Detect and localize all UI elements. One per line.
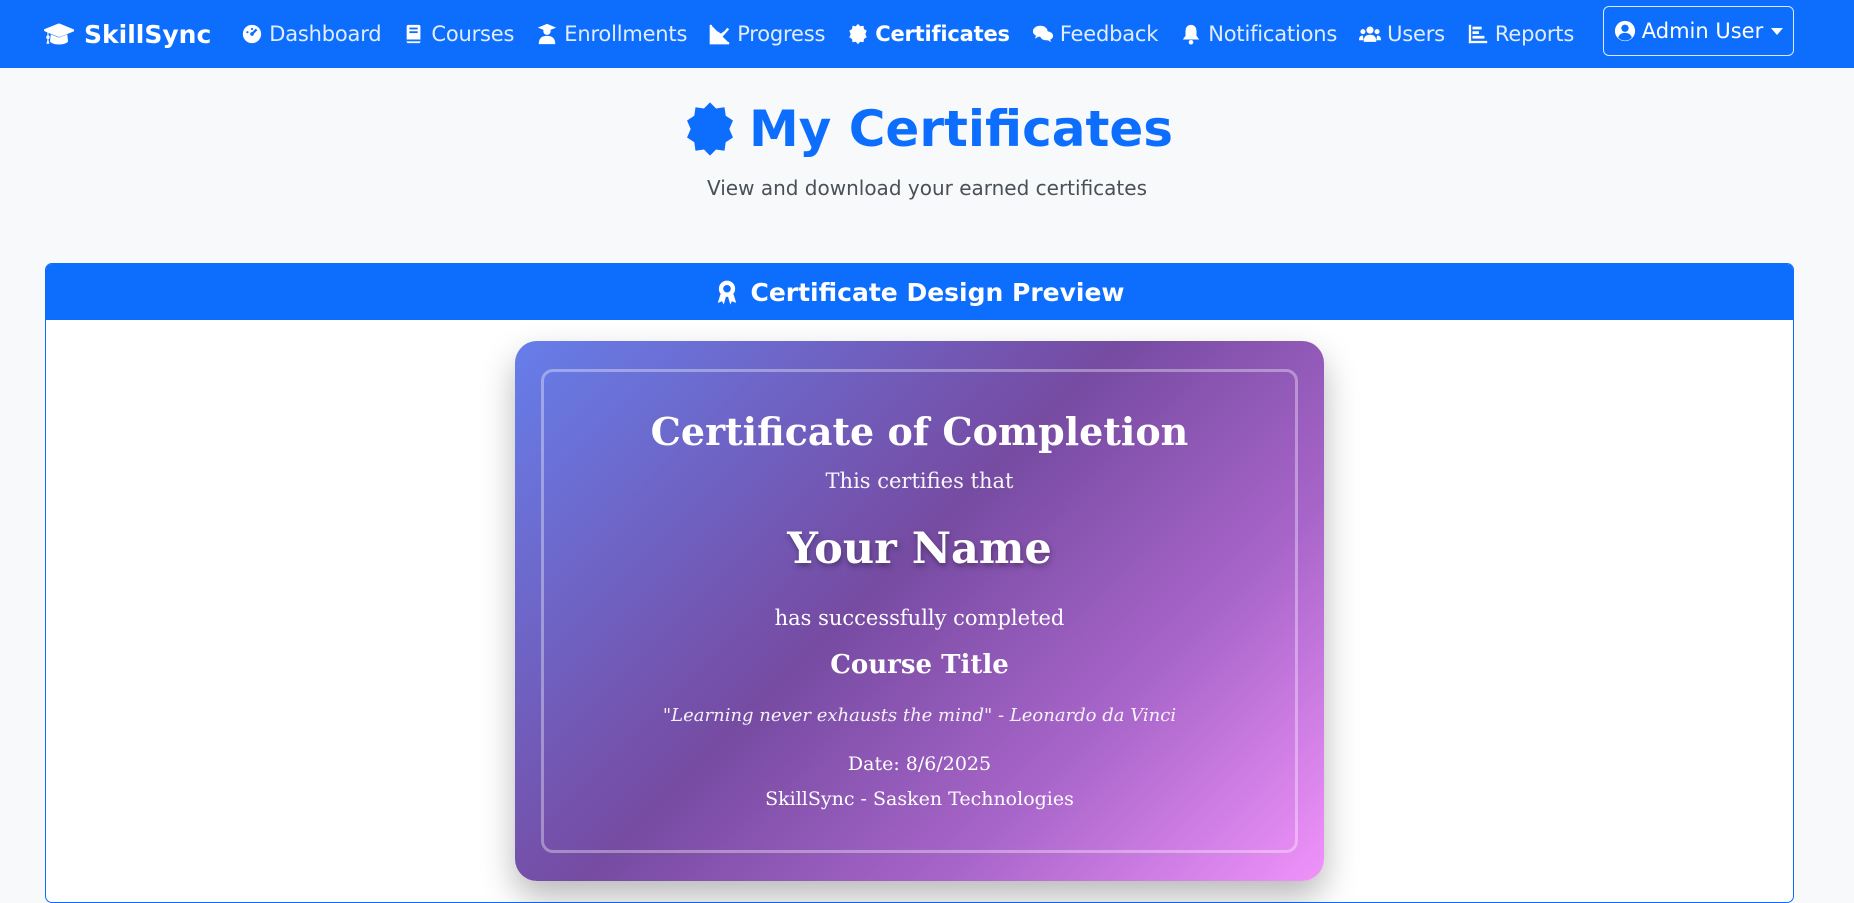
nav-item-label: Feedback — [1059, 22, 1159, 46]
card-header-title: Certificate Design Preview — [750, 277, 1125, 307]
nav-item-notifications[interactable]: Notifications — [1180, 22, 1337, 46]
line-chart-icon — [709, 23, 731, 45]
certificate-design: Certificate of Completion This certifies… — [515, 341, 1324, 881]
nav-item-certificates[interactable]: Certificates — [847, 22, 1010, 46]
certificate-course-title: Course Title — [830, 650, 1009, 680]
nav-item-label: Certificates — [875, 22, 1010, 46]
nav-item-reports[interactable]: Reports — [1467, 22, 1574, 46]
brand-link[interactable]: SkillSync — [44, 20, 211, 49]
nav-item-label: Users — [1387, 22, 1445, 46]
book-icon — [403, 23, 425, 45]
page-title: My Certificates — [681, 100, 1173, 158]
nav-item-progress[interactable]: Progress — [709, 22, 825, 46]
nav-item-dashboard[interactable]: Dashboard — [241, 22, 382, 46]
certificate-title: Certificate of Completion — [650, 409, 1189, 454]
certificate-recipient-name: Your Name — [787, 524, 1052, 574]
certificate-quote: "Learning never exhausts the mind" - Leo… — [662, 705, 1177, 726]
dashboard-icon — [241, 23, 263, 45]
bar-chart-icon — [1467, 23, 1489, 45]
certificate-date: Date: 8/6/2025 — [847, 753, 992, 775]
nav-item-enrollments[interactable]: Enrollments — [536, 22, 687, 46]
bell-icon — [1180, 23, 1202, 45]
users-icon — [1359, 23, 1382, 45]
nav-menu: Dashboard Courses Enrollments Progress C… — [241, 22, 1574, 46]
certificate-icon — [847, 23, 869, 45]
nav-item-label: Reports — [1494, 22, 1575, 46]
page-title-text: My Certificates — [748, 100, 1174, 158]
certificate-icon — [681, 100, 739, 158]
nav-item-label: Dashboard — [269, 22, 382, 46]
user-circle-icon — [1614, 20, 1636, 42]
caret-down-icon — [1771, 27, 1784, 35]
certificate-organization: SkillSync - Sasken Technologies — [765, 788, 1074, 810]
nav-item-label: Progress — [737, 22, 826, 46]
certificate-certifies-text: This certifies that — [825, 469, 1014, 493]
nav-item-courses[interactable]: Courses — [403, 22, 514, 46]
nav-item-label: Courses — [431, 22, 515, 46]
nav-item-label: Enrollments — [564, 22, 688, 46]
graduation-cap-icon — [44, 21, 74, 47]
top-navbar: SkillSync Dashboard Courses Enrollments … — [0, 0, 1854, 68]
card-header: Certificate Design Preview — [46, 264, 1793, 320]
admin-user-label: Admin User — [1641, 19, 1764, 43]
comments-icon — [1032, 23, 1054, 45]
page-subtitle: View and download your earned certificat… — [707, 176, 1147, 200]
brand-label: SkillSync — [84, 19, 212, 49]
nav-item-label: Notifications — [1208, 22, 1338, 46]
award-icon — [714, 279, 740, 305]
certificate-completed-text: has successfully completed — [774, 606, 1065, 630]
nav-item-users[interactable]: Users — [1359, 22, 1445, 46]
admin-user-dropdown[interactable]: Admin User — [1603, 6, 1794, 56]
user-graduate-icon — [536, 23, 558, 45]
page-header: My Certificates View and download your e… — [0, 100, 1854, 200]
nav-item-feedback[interactable]: Feedback — [1032, 22, 1158, 46]
